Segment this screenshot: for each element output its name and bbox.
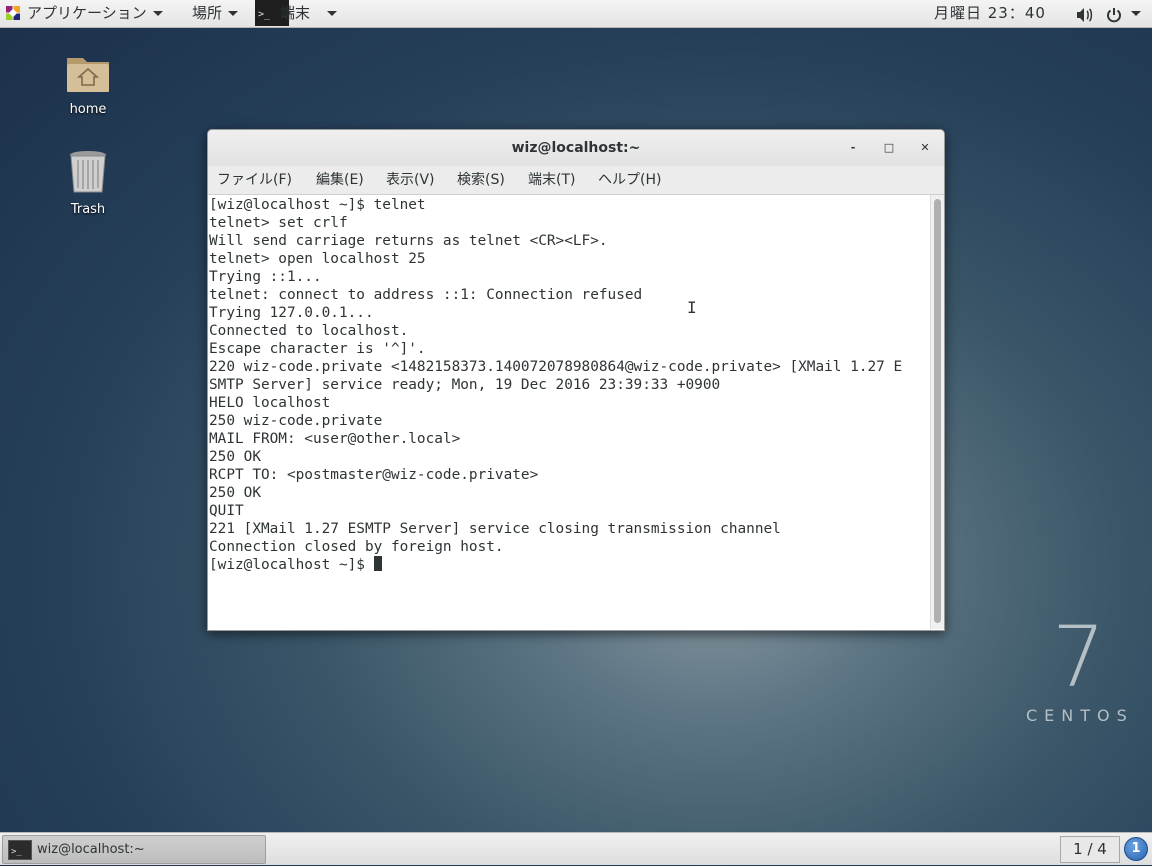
terminal-output[interactable]: [wiz@localhost ~]$ telnet telnet> set crl… bbox=[208, 195, 930, 629]
places-label: 場所 bbox=[192, 4, 223, 22]
terminal-line: RCPT TO: <postmaster@wiz-code.private> bbox=[209, 467, 539, 483]
applications-label: アプリケーション bbox=[27, 4, 147, 22]
system-menu-chevron-icon[interactable] bbox=[1131, 0, 1141, 27]
window-title: wiz@localhost:~ bbox=[511, 140, 641, 156]
close-button[interactable]: ✕ bbox=[916, 139, 934, 157]
terminal-line: telnet> open localhost 25 bbox=[209, 251, 426, 267]
terminal-line: QUIT bbox=[209, 503, 244, 519]
menu-search[interactable]: 検索(S) bbox=[457, 166, 505, 194]
terminal-line: HELO localhost bbox=[209, 395, 331, 411]
terminal-line: Trying ::1... bbox=[209, 269, 322, 285]
terminal-scrollbar[interactable] bbox=[930, 195, 944, 629]
notification-badge[interactable]: 1 bbox=[1124, 837, 1148, 861]
terminal-app-menu[interactable]: >_ 端末 bbox=[255, 0, 338, 27]
menu-view[interactable]: 表示(V) bbox=[386, 166, 435, 194]
desktop-icon-label: home bbox=[69, 102, 107, 117]
chevron-down-icon bbox=[327, 11, 338, 16]
terminal-line: [wiz@localhost ~]$ bbox=[209, 556, 382, 574]
menubar: ファイル(F) 編集(E) 表示(V) 検索(S) 端末(T) ヘルプ(H) bbox=[208, 166, 944, 195]
desktop-icon-label: Trash bbox=[70, 202, 106, 217]
home-folder-icon bbox=[67, 58, 109, 92]
menu-file[interactable]: ファイル(F) bbox=[217, 166, 292, 194]
centos-logo-icon bbox=[6, 5, 20, 20]
top-panel: アプリケーション 場所 >_ 端末 月曜日 23：40 bbox=[0, 0, 1152, 28]
minimize-button[interactable]: - bbox=[844, 139, 862, 157]
terminal-line: Trying 127.0.0.1... bbox=[209, 305, 374, 321]
chevron-down-icon bbox=[228, 11, 239, 16]
workspace-switcher[interactable]: 1 / 4 bbox=[1060, 836, 1120, 863]
terminal-line: Connected to localhost. bbox=[209, 323, 409, 339]
volume-icon[interactable] bbox=[1076, 5, 1094, 32]
terminal-line: 220 wiz-code.private <1482158373.1400720… bbox=[209, 359, 903, 375]
text-cursor-icon: I bbox=[687, 298, 697, 317]
terminal-line: Connection closed by foreign host. bbox=[209, 539, 504, 555]
clock[interactable]: 月曜日 23：40 bbox=[934, 0, 1046, 27]
trash-icon bbox=[70, 151, 106, 193]
scrollbar-thumb[interactable] bbox=[934, 199, 941, 623]
desktop-icon-home[interactable]: home bbox=[43, 52, 133, 117]
terminal-line: SMTP Server] service ready; Mon, 19 Dec … bbox=[209, 377, 721, 393]
taskbar-window-button[interactable]: >_ wiz@localhost:~ bbox=[2, 835, 266, 864]
terminal-line: [wiz@localhost ~]$ telnet bbox=[209, 197, 426, 213]
terminal-line: 250 OK bbox=[209, 485, 261, 501]
terminal-line: 221 [XMail 1.27 ESMTP Server] service cl… bbox=[209, 521, 781, 537]
centos-wordmark: CENTOS bbox=[1026, 706, 1134, 725]
menu-terminal[interactable]: 端末(T) bbox=[528, 166, 575, 194]
power-icon[interactable] bbox=[1106, 5, 1122, 32]
terminal-line: telnet: connect to address ::1: Connecti… bbox=[209, 287, 643, 303]
bottom-panel: >_ wiz@localhost:~ 1 / 4 1 bbox=[0, 832, 1152, 865]
menu-edit[interactable]: 編集(E) bbox=[316, 166, 364, 194]
terminal-line: telnet> set crlf bbox=[209, 215, 348, 231]
terminal-line: MAIL FROM: <user@other.local> bbox=[209, 431, 461, 447]
chevron-down-icon bbox=[152, 11, 163, 16]
window-titlebar[interactable]: wiz@localhost:~ - □ ✕ bbox=[208, 130, 944, 166]
places-menu[interactable]: 場所 bbox=[192, 0, 239, 27]
maximize-button[interactable]: □ bbox=[880, 139, 898, 157]
terminal-app-label: 端末 bbox=[280, 4, 311, 22]
terminal-icon: >_ bbox=[8, 840, 32, 860]
menu-help[interactable]: ヘルプ(H) bbox=[598, 166, 661, 194]
desktop-icon-trash[interactable]: Trash bbox=[43, 150, 133, 217]
taskbar-window-label: wiz@localhost:~ bbox=[37, 842, 145, 857]
applications-menu[interactable]: アプリケーション bbox=[5, 0, 163, 27]
terminal-window: wiz@localhost:~ - □ ✕ ファイル(F) 編集(E) 表示(V… bbox=[207, 129, 945, 631]
terminal-line: 250 wiz-code.private bbox=[209, 413, 383, 429]
terminal-line: Escape character is '^]'. bbox=[209, 341, 426, 357]
centos-version-number: 7 bbox=[1052, 608, 1106, 706]
terminal-line: 250 OK bbox=[209, 449, 261, 465]
terminal-block-cursor bbox=[373, 556, 382, 571]
terminal-line: Will send carriage returns as telnet <CR… bbox=[209, 233, 608, 249]
